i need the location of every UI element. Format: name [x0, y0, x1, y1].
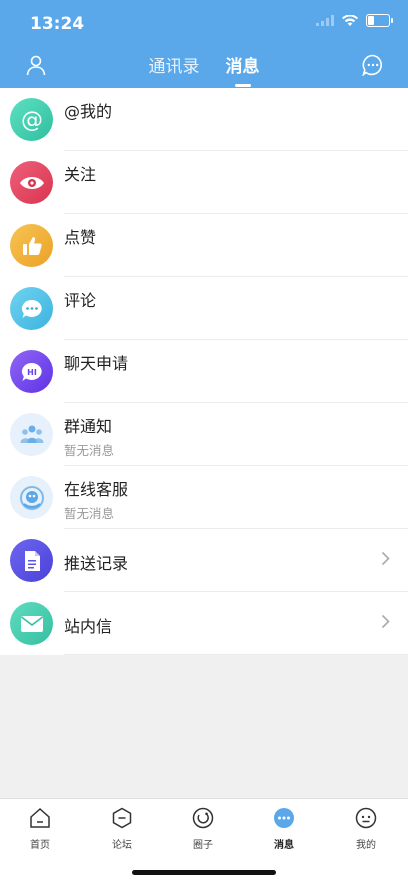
list-item-chat-request[interactable]: HI 聊天申请 — [0, 340, 408, 403]
home-indicator — [132, 870, 276, 875]
item-title: 在线客服 — [64, 480, 129, 499]
list-item-inbox[interactable]: 站内信 — [0, 592, 408, 655]
item-title: @我的 — [64, 102, 113, 121]
chat-bubble-icon[interactable] — [362, 54, 384, 76]
at-icon: @ — [10, 98, 53, 141]
tabbar-profile[interactable]: 我的 — [336, 807, 396, 851]
tabbar-label: 消息 — [274, 840, 294, 851]
chat-request-icon: HI — [10, 350, 53, 393]
tabbar-home[interactable]: 首页 — [10, 807, 70, 851]
item-title: 关注 — [64, 165, 97, 184]
tabbar-label: 论坛 — [112, 840, 132, 851]
list-item-follow[interactable]: 关注 — [0, 151, 408, 214]
item-subtitle: 暂无消息 — [64, 506, 115, 521]
tabbar-label: 圈子 — [193, 840, 213, 851]
tab-contacts[interactable]: 通讯录 — [149, 52, 200, 77]
status-time: 13:24 — [30, 14, 85, 34]
item-subtitle: 暂无消息 — [64, 443, 115, 458]
document-icon — [10, 539, 53, 582]
mail-icon — [10, 602, 53, 645]
eye-icon — [10, 161, 53, 204]
svg-text:@: @ — [21, 108, 43, 133]
group-notice-icon — [10, 413, 53, 456]
list-item-customer-service[interactable]: 在线客服 暂无消息 — [0, 466, 408, 529]
customer-service-icon — [10, 476, 53, 519]
item-title: 站内信 — [64, 617, 113, 636]
status-icons — [316, 14, 393, 27]
profile-icon — [355, 807, 377, 829]
wifi-icon — [342, 14, 358, 26]
list-item-group-notice[interactable]: 群通知 暂无消息 — [0, 403, 408, 466]
tab-messages[interactable]: 消息 — [226, 52, 260, 87]
thumbs-up-icon — [10, 224, 53, 267]
tabbar-circle[interactable]: 圈子 — [173, 807, 233, 851]
message-icon — [274, 808, 294, 828]
chevron-right-icon — [381, 614, 390, 629]
circle-icon — [192, 807, 214, 829]
item-title: 推送记录 — [64, 554, 129, 573]
item-title: 点赞 — [64, 228, 97, 247]
svg-text:HI: HI — [27, 368, 37, 377]
tabbar-label: 首页 — [30, 840, 50, 851]
signal-icon — [316, 15, 334, 26]
list-item-push-records[interactable]: 推送记录 — [0, 529, 408, 592]
list-item-comments[interactable]: 评论 — [0, 277, 408, 340]
item-title: 聊天申请 — [64, 354, 129, 373]
list-item-at-me[interactable]: @ @我的 — [0, 88, 408, 151]
bottom-tab-bar: 首页 论坛 圈子 消息 我的 — [0, 798, 408, 883]
tabbar-label: 我的 — [356, 840, 376, 851]
item-title: 群通知 — [64, 417, 113, 436]
chevron-right-icon — [381, 551, 390, 566]
item-title: 评论 — [64, 291, 97, 310]
message-list: @ @我的 关注 点赞 评论 HI 聊天申请 群通知 暂无消息 在线客服 暂无消… — [0, 88, 408, 655]
tabbar-messages[interactable]: 消息 — [254, 807, 314, 851]
comment-icon — [10, 287, 53, 330]
battery-icon — [366, 14, 393, 27]
forum-icon — [112, 807, 132, 829]
tabbar-forum[interactable]: 论坛 — [92, 807, 152, 851]
list-item-likes[interactable]: 点赞 — [0, 214, 408, 277]
app-header: 13:24 通讯录 消息 — [0, 0, 408, 88]
home-icon — [30, 807, 50, 828]
header-tabs: 通讯录 消息 — [0, 52, 408, 87]
